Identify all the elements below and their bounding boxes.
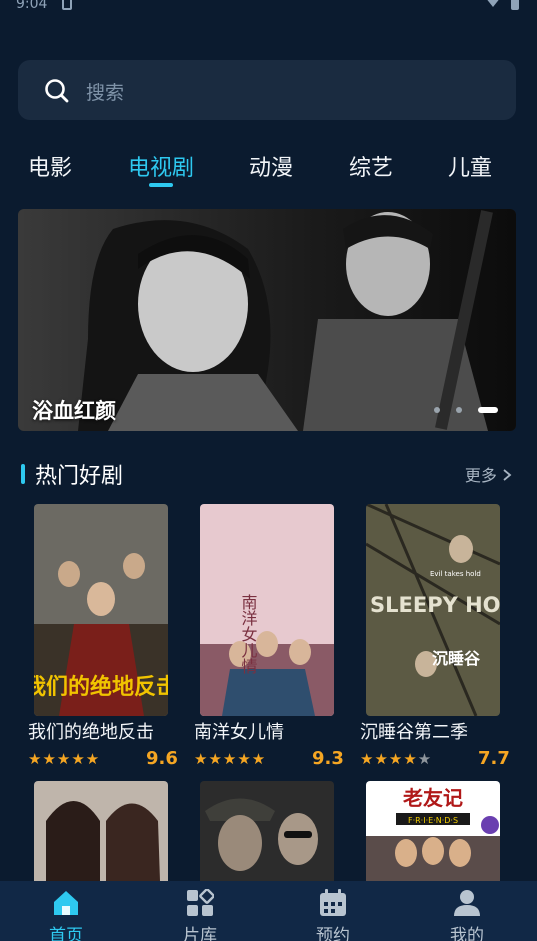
poster-image: SLEEPY HOLLOW 沉睡谷 Evil takes hold	[366, 504, 500, 716]
wifi-icon	[487, 0, 499, 7]
rating-stars: ★★★★★	[28, 750, 101, 768]
section-title: 热门好剧	[35, 464, 124, 489]
featured-banner[interactable]: 浴血红颜	[18, 209, 516, 431]
status-bar: 9:04	[0, 0, 537, 18]
tab-tv-series[interactable]: 电视剧	[128, 150, 194, 182]
more-label: 更多	[464, 466, 497, 485]
nav-label: 我的	[450, 926, 484, 941]
home-icon	[54, 891, 78, 915]
bottom-nav: 首页 片库 预约 我的	[0, 881, 537, 941]
card-title: 南洋女儿情	[194, 722, 284, 743]
section-accent-bar	[21, 464, 25, 484]
banner-title: 浴血红颜	[32, 399, 116, 423]
nav-reservation[interactable]: 预约	[293, 881, 373, 941]
search-placeholder: 搜索	[86, 82, 125, 104]
poster-text: 我们的绝地反击	[34, 674, 168, 700]
nav-library[interactable]: 片库	[160, 881, 240, 941]
chevron-right-icon	[503, 469, 512, 481]
status-time: 9:04	[16, 0, 48, 12]
rating-score: 7.7	[478, 748, 510, 769]
poster-text: SLEEPY HOLLOW	[370, 593, 500, 617]
sim-icon	[62, 0, 72, 10]
poster-subtext: F·R·I·E·N·D·S	[408, 816, 458, 825]
poster-image	[200, 781, 334, 881]
tab-variety[interactable]: 综艺	[349, 150, 393, 182]
card-title: 我们的绝地反击	[28, 722, 154, 743]
more-link[interactable]: 更多	[465, 462, 512, 486]
nav-label: 首页	[49, 926, 83, 941]
profile-icon	[454, 890, 480, 916]
nav-profile[interactable]: 我的	[427, 881, 507, 941]
category-tabs: 电影 电视剧 动漫 综艺 儿童	[0, 150, 537, 190]
search-input[interactable]: 搜索	[18, 60, 516, 120]
rating-stars: ★★★★★	[194, 750, 267, 768]
rating-score: 9.3	[312, 748, 344, 769]
rating-stars: ★★★★★	[360, 750, 433, 768]
poster-image: 我们的绝地反击	[34, 504, 168, 716]
tab-movies[interactable]: 电影	[28, 150, 72, 182]
poster-image: 南洋女儿情	[200, 504, 334, 716]
active-tab-indicator	[149, 183, 173, 187]
search-icon	[45, 79, 69, 103]
poster-image: 老友记 F·R·I·E·N·D·S	[366, 781, 500, 881]
carousel-dot-active[interactable]	[478, 407, 498, 413]
tab-anime[interactable]: 动漫	[249, 150, 293, 182]
nav-label: 预约	[316, 926, 350, 941]
poster-text: 老友记	[403, 786, 463, 810]
library-icon	[187, 889, 214, 916]
carousel-dot[interactable]	[456, 407, 462, 413]
poster-tagline: Evil takes hold	[430, 570, 481, 578]
calendar-icon	[320, 889, 346, 916]
poster-text: 南洋女儿情	[239, 594, 258, 675]
tab-kids[interactable]: 儿童	[448, 150, 492, 182]
card-title: 沉睡谷第二季	[360, 722, 468, 743]
rating-score: 9.6	[146, 748, 178, 769]
nav-label: 片库	[183, 926, 217, 941]
nav-home[interactable]: 首页	[26, 881, 106, 941]
section-header: 热门好剧 更多	[18, 456, 516, 492]
poster-image	[34, 781, 168, 881]
carousel-dot[interactable]	[434, 407, 440, 413]
poster-subtext: 沉睡谷	[432, 649, 481, 668]
battery-icon	[511, 0, 519, 10]
